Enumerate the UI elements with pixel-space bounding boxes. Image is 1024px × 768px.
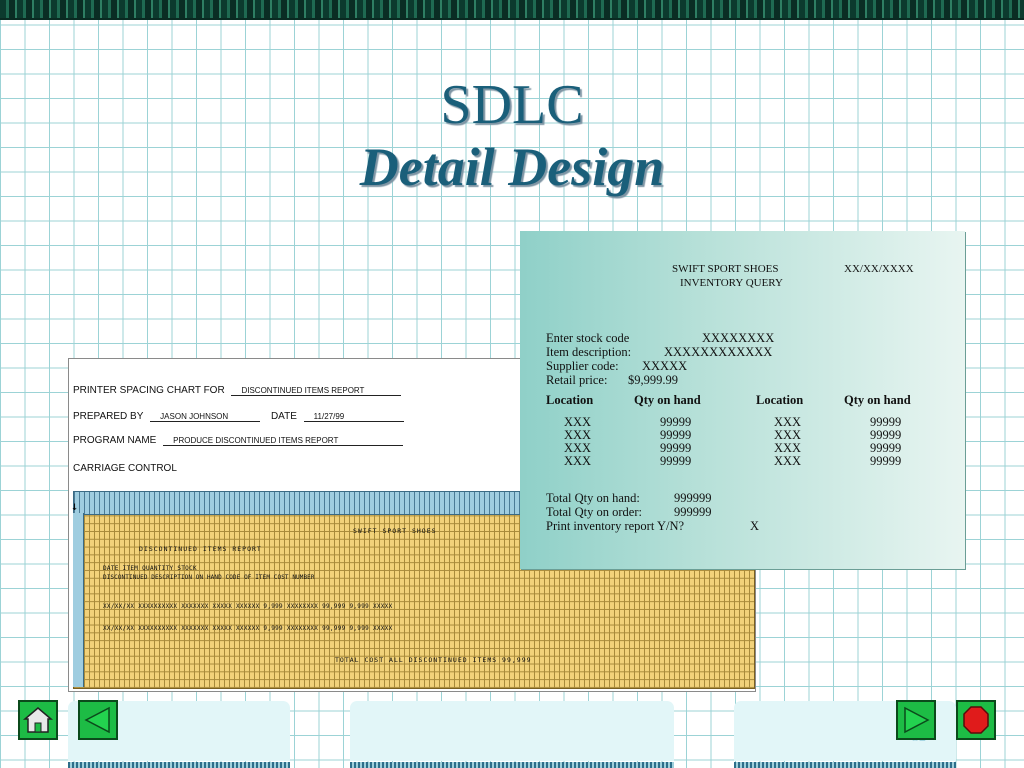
table-row: XXX 99999 XXX 99999 <box>520 415 965 429</box>
print-report-label: Print inventory report Y/N? <box>546 519 685 533</box>
previous-slide-button[interactable] <box>78 700 118 740</box>
report-line: DISCONTINUED ITEMS REPORT <box>139 545 262 553</box>
footer-panel-center <box>350 701 674 761</box>
report-line: DATE ITEM QUANTITY STOCK <box>103 565 197 572</box>
chart-for-label: PRINTER SPACING CHART FOR <box>73 385 225 396</box>
table-row: XXX 99999 XXX 99999 <box>520 454 965 468</box>
prepared-by-value: JASON JOHNSON <box>150 412 261 422</box>
stock-code-value: XXXXXXXX <box>702 331 775 345</box>
table-cell: XXX <box>774 454 802 468</box>
stop-icon <box>963 706 989 734</box>
report-line: SWIFT SPORT SHOES <box>353 527 437 535</box>
table-header: Location Qty on hand Location Qty on han… <box>520 393 965 407</box>
home-button[interactable] <box>18 700 58 740</box>
slide-title: SDLC Detail Design <box>0 74 1024 198</box>
chart-for-line: PRINTER SPACING CHART FOR DISCONTINUED I… <box>73 385 402 396</box>
stock-code-label: Enter stock code <box>546 331 630 345</box>
top-banner <box>0 0 1024 20</box>
next-slide-button[interactable] <box>896 700 936 740</box>
prepared-by-line: PREPARED BY JASON JOHNSON DATE 11/27/99 <box>73 411 404 422</box>
title-line-2: Detail Design <box>359 137 665 197</box>
total-on-order-value: 999999 <box>674 505 712 519</box>
program-name-label: PROGRAM NAME <box>73 435 157 446</box>
footer-stripe-left <box>68 762 290 768</box>
home-icon <box>22 707 54 733</box>
down-arrow-icon: ↓ <box>71 499 79 513</box>
total-on-order-label: Total Qty on order: <box>546 505 642 519</box>
stop-button[interactable] <box>956 700 996 740</box>
total-on-hand-value: 999999 <box>674 491 712 505</box>
prepared-by-label: PREPARED BY <box>73 411 144 422</box>
description-label: Item description: <box>546 345 632 359</box>
inventory-query-screen: SWIFT SPORT SHOES XX/XX/XXXX INVENTORY Q… <box>520 231 965 569</box>
screen-title: INVENTORY QUERY <box>680 277 783 289</box>
left-arrow-icon <box>84 706 110 734</box>
date-value: 11/27/99 <box>303 412 404 422</box>
column-header: Location <box>546 393 594 407</box>
right-arrow-icon <box>904 706 930 734</box>
company-name: SWIFT SPORT SHOES <box>672 263 779 275</box>
carriage-control-line: CARRIAGE CONTROL <box>73 463 177 474</box>
report-line: TOTAL COST ALL DISCONTINUED ITEMS 99,999 <box>335 656 532 664</box>
footer-stripe-center <box>350 762 674 768</box>
table-cell: 99999 <box>870 454 902 468</box>
report-line: XX/XX/XX XXXXXXXXXX XXXXXXX XXXXX XXXXXX… <box>103 625 393 632</box>
supplier-code-label: Supplier code: <box>546 359 619 373</box>
footer-stripe-right <box>734 762 956 768</box>
print-report-value: X <box>750 519 760 533</box>
retail-price-value: $9,999.99 <box>628 373 678 387</box>
report-line: DISCONTINUED DESCRIPTION ON HAND CODE OF… <box>103 574 315 581</box>
table-cell: XXX <box>564 454 592 468</box>
chart-for-value: DISCONTINUED ITEMS REPORT <box>231 386 402 396</box>
title-line-1: SDLC <box>440 74 584 136</box>
column-header: Qty on hand <box>634 393 701 407</box>
program-name-value: PRODUCE DISCONTINUED ITEMS REPORT <box>163 436 404 446</box>
table-row: XXX 99999 XXX 99999 <box>520 441 965 455</box>
total-on-hand-label: Total Qty on hand: <box>546 491 640 505</box>
description-value: XXXXXXXXXXXX <box>664 345 773 359</box>
carriage-control-label: CARRIAGE CONTROL <box>73 463 177 474</box>
table-cell: 99999 <box>660 454 692 468</box>
column-header: Qty on hand <box>844 393 911 407</box>
column-header: Location <box>756 393 804 407</box>
report-line: XX/XX/XX XXXXXXXXXX XXXXXXX XXXXX XXXXXX… <box>103 603 393 610</box>
date-mask: XX/XX/XXXX <box>844 263 914 275</box>
supplier-code-value: XXXXX <box>642 359 688 373</box>
program-name-line: PROGRAM NAME PRODUCE DISCONTINUED ITEMS … <box>73 435 404 446</box>
date-label: DATE <box>270 411 297 422</box>
retail-price-label: Retail price: <box>546 373 608 387</box>
table-row: XXX 99999 XXX 99999 <box>520 428 965 442</box>
row-number-column <box>73 513 84 687</box>
